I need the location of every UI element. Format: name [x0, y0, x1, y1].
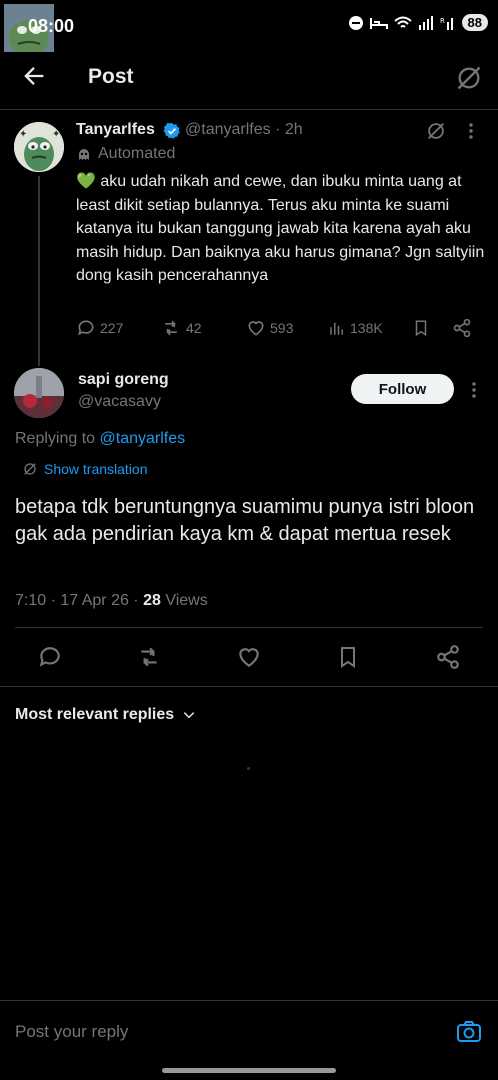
parent-author-name[interactable]: Tanyarlfes	[76, 121, 155, 139]
dnd-icon	[348, 15, 363, 30]
views-chart-icon	[330, 322, 343, 335]
loading-indicator	[247, 767, 250, 770]
bookmark-icon	[415, 320, 427, 337]
main-tweet-text: betapa tdk beruntungnya suamimu punya is…	[15, 496, 475, 545]
bookmark-action[interactable]	[412, 318, 430, 338]
wifi-icon	[393, 16, 412, 28]
main-reply-button[interactable]	[37, 644, 63, 670]
parent-tweet-body: aku udah nikah and cewe, dan ibuku minta…	[76, 173, 485, 284]
parent-grok-button[interactable]	[425, 120, 447, 142]
show-translation-button[interactable]: Show translation	[22, 461, 148, 477]
svg-text:✦: ✦	[19, 129, 27, 140]
repost-icon	[141, 647, 157, 667]
status-bar: 08:00 R 88	[0, 0, 498, 52]
main-share-button[interactable]	[435, 644, 461, 670]
reply-count: 227	[100, 320, 124, 336]
more-vertical-icon	[469, 123, 473, 139]
share-icon	[453, 318, 471, 338]
parent-more-button[interactable]	[467, 122, 475, 140]
heart-icon	[239, 648, 259, 667]
svg-text:R: R	[440, 17, 445, 25]
replying-handle-link[interactable]: @tanyarlfes	[100, 430, 186, 447]
bookmark-icon	[341, 647, 355, 668]
reply-action[interactable]: 227	[76, 318, 123, 338]
camera-icon	[457, 1021, 481, 1042]
grok-icon	[428, 123, 444, 139]
signal-2-icon: R	[440, 17, 453, 30]
grok-icon	[24, 463, 36, 475]
main-avatar[interactable]	[14, 368, 64, 418]
reply-icon	[39, 647, 60, 667]
parent-time: · 2h	[275, 121, 303, 138]
replies-sort-dropdown[interactable]: Most relevant replies	[15, 706, 196, 724]
parent-handle[interactable]: @tanyarlfes · 2h	[185, 121, 303, 139]
like-action[interactable]: 593	[246, 318, 293, 338]
thread-line	[38, 176, 40, 366]
like-count: 593	[270, 320, 294, 336]
divider	[15, 627, 483, 628]
show-translation-label: Show translation	[44, 461, 148, 477]
timestamp: 7:10 · 17 Apr 26 ·	[15, 592, 144, 609]
automated-text: Automated	[98, 145, 176, 162]
repost-count: 42	[186, 320, 202, 336]
tweet-meta: 7:10 · 17 Apr 26 · 28 Views	[15, 592, 208, 610]
more-vertical-icon	[472, 382, 476, 398]
replying-prefix: Replying to	[15, 430, 100, 447]
parent-avatar[interactable]: ✦ ✦	[14, 122, 64, 172]
battery-indicator: 88	[461, 14, 488, 31]
views-label: Views	[160, 592, 208, 609]
main-action-bar	[0, 644, 498, 672]
views-number: 28	[143, 592, 161, 609]
reply-input[interactable]: Post your reply	[15, 1022, 128, 1042]
views-action[interactable]: 138K	[328, 318, 383, 338]
signal-icon	[418, 15, 433, 30]
chevron-down-icon	[183, 712, 195, 719]
arrow-left-icon	[24, 67, 44, 85]
heart-icon	[248, 321, 264, 336]
replying-to: Replying to @tanyarlfes	[15, 430, 185, 448]
grok-icon	[457, 66, 481, 90]
sleep-icon	[369, 17, 388, 29]
repost-action[interactable]: 42	[160, 318, 202, 338]
back-button[interactable]	[20, 62, 48, 90]
green-heart-emoji: 💚	[76, 173, 96, 190]
status-icons: R 88	[348, 14, 488, 31]
divider	[0, 686, 498, 687]
automated-label: Automated	[76, 145, 175, 163]
share-action[interactable]	[452, 318, 472, 338]
parent-handle-text: @tanyarlfes	[185, 121, 271, 138]
page-title: Post	[88, 65, 134, 88]
main-like-button[interactable]	[236, 644, 262, 670]
header-divider	[0, 109, 498, 110]
grok-button[interactable]	[455, 64, 483, 92]
share-icon	[437, 645, 459, 669]
main-handle[interactable]: @vacasavy	[78, 393, 161, 411]
verified-badge-icon	[163, 122, 181, 140]
svg-text:✦: ✦	[52, 129, 60, 140]
status-time: 08:00	[28, 16, 75, 36]
home-indicator[interactable]	[162, 1068, 336, 1073]
bot-icon	[79, 149, 89, 160]
camera-button[interactable]	[456, 1020, 482, 1044]
reply-icon	[78, 320, 94, 336]
main-author-name[interactable]: sapi goreng	[78, 371, 169, 389]
main-more-button[interactable]	[470, 381, 478, 399]
repost-icon	[165, 320, 177, 336]
view-count: 138K	[350, 320, 383, 336]
follow-button[interactable]: Follow	[351, 374, 454, 404]
main-repost-button[interactable]	[135, 644, 163, 670]
replies-sort-label: Most relevant replies	[15, 706, 175, 723]
main-bookmark-button[interactable]	[336, 644, 360, 670]
divider	[0, 1000, 498, 1001]
parent-action-bar: 227 42 593 138K	[76, 318, 476, 342]
parent-tweet-text: 💚 aku udah nikah and cewe, dan ibuku min…	[76, 170, 486, 288]
